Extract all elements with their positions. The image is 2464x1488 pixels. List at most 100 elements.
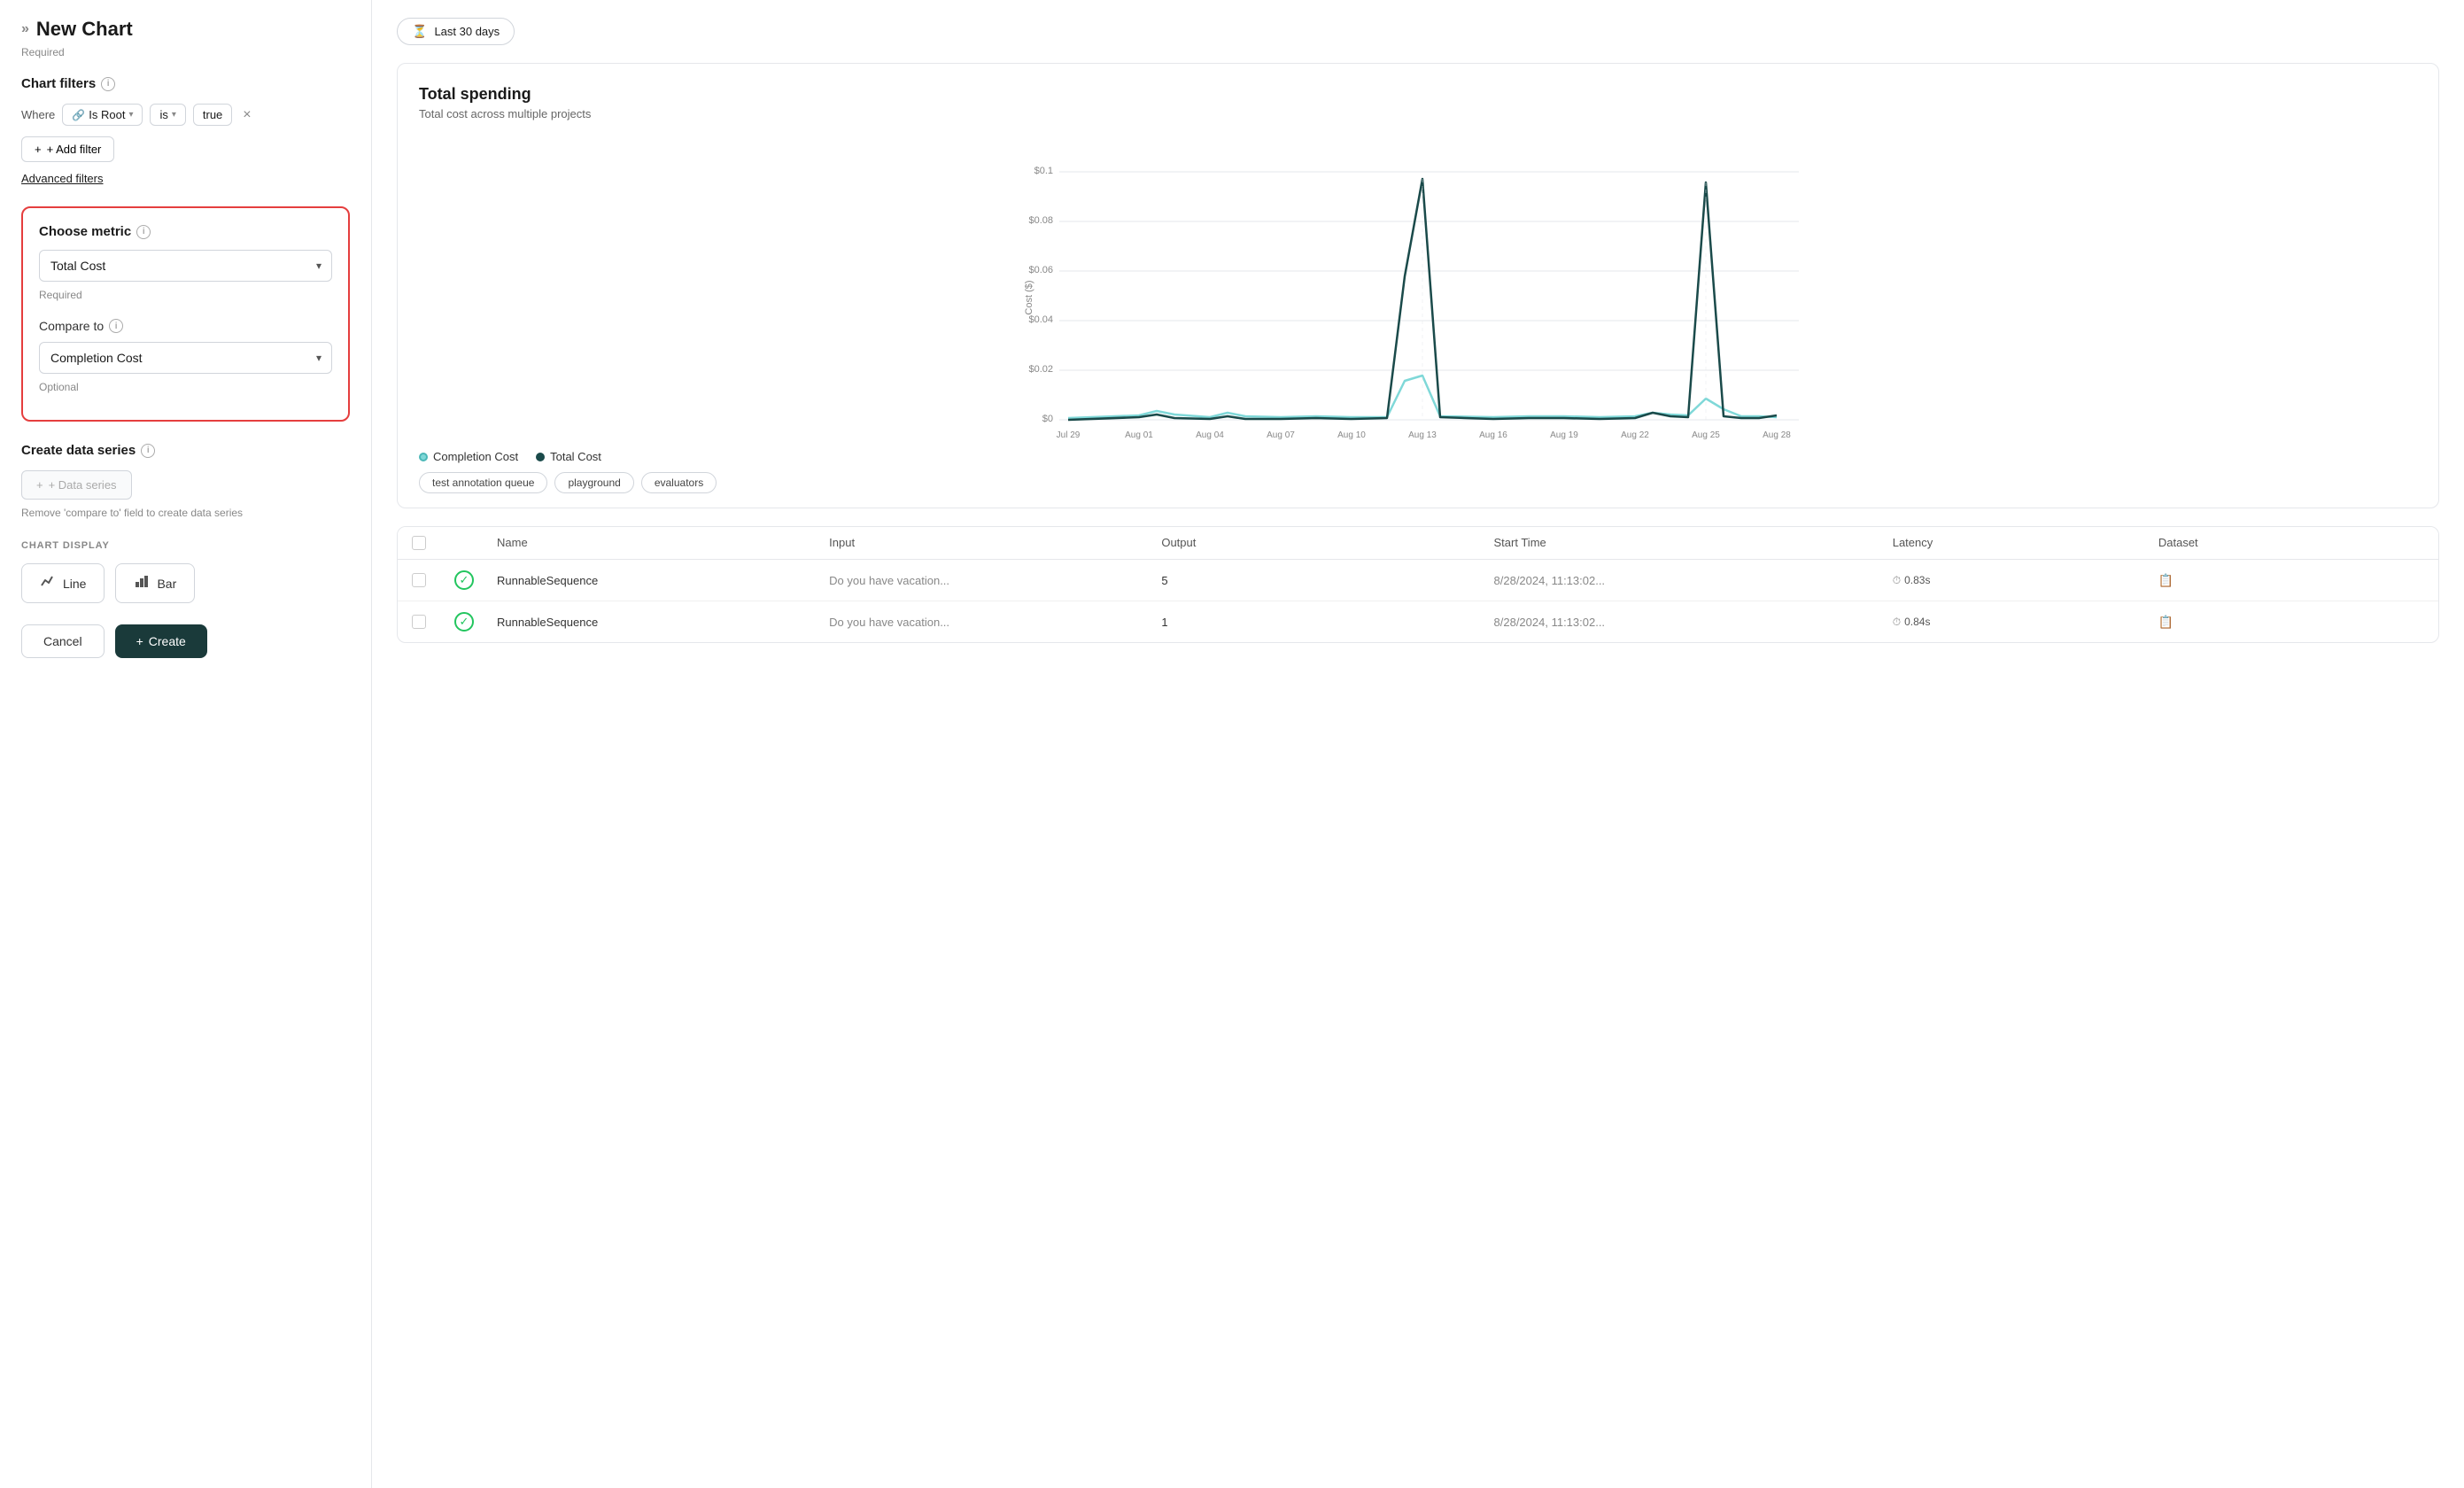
svg-text:$0.04: $0.04 [1028, 314, 1053, 325]
row2-output: 1 [1161, 616, 1493, 629]
add-filter-label: + Add filter [47, 143, 102, 156]
row2-latency-value: 0.84s [1904, 616, 1930, 628]
create-label: Create [149, 634, 186, 648]
clock-icon-2: ⏱ [1893, 616, 1901, 629]
filter-field-chevron: ▾ [128, 110, 133, 120]
col-start-time: Start Time [1494, 536, 1893, 550]
row1-status: ✓ [454, 570, 497, 590]
svg-text:Aug 25: Aug 25 [1692, 430, 1720, 439]
row1-start-time: 8/28/2024, 11:13:02... [1494, 574, 1893, 587]
top-required-label: Required [21, 46, 350, 58]
metric-select-wrapper: Total Cost Completion Cost Prompt Cost R… [39, 250, 332, 282]
compare-info-icon[interactable]: i [109, 319, 123, 333]
filter-row: Where 🔗 Is Root ▾ is ▾ true × [21, 104, 350, 126]
chart-filters-header: Chart filters i [21, 76, 350, 91]
col-name: Name [497, 536, 829, 550]
remove-compare-hint: Remove 'compare to' field to create data… [21, 507, 350, 519]
col-checkbox [412, 536, 454, 550]
svg-text:$0.02: $0.02 [1028, 364, 1053, 375]
row2-start-time: 8/28/2024, 11:13:02... [1494, 616, 1893, 629]
chart-type-line-label: Line [63, 577, 86, 591]
svg-text:$0.08: $0.08 [1028, 215, 1053, 226]
svg-text:Aug 01: Aug 01 [1125, 430, 1153, 439]
header-checkbox[interactable] [412, 536, 426, 550]
filter-field-chip[interactable]: 🔗 Is Root ▾ [62, 104, 143, 126]
svg-text:Aug 16: Aug 16 [1479, 430, 1507, 439]
add-data-series-button: + + Data series [21, 470, 132, 500]
compare-optional-label: Optional [39, 381, 332, 393]
table-header: Name Input Output Start Time Latency Dat… [398, 527, 2438, 560]
tag-pills: test annotation queue playground evaluat… [419, 472, 2417, 493]
tag-test-annotation-queue[interactable]: test annotation queue [419, 472, 547, 493]
legend-total-label: Total Cost [550, 450, 601, 463]
metric-section: Choose metric i Total Cost Completion Co… [21, 206, 350, 422]
bottom-buttons: Cancel + Create [21, 624, 350, 658]
row2-checkbox[interactable] [412, 615, 454, 629]
choose-metric-header: Choose metric i [39, 224, 332, 239]
compare-select-wrapper: Completion Cost Prompt Cost Total Cost N… [39, 342, 332, 374]
svg-text:$0.1: $0.1 [1034, 166, 1053, 176]
dataset-icon: 📋 [2158, 573, 2173, 587]
row1-checkbox[interactable] [412, 573, 454, 587]
legend-completion: Completion Cost [419, 450, 518, 463]
compare-select[interactable]: Completion Cost Prompt Cost Total Cost N… [39, 342, 332, 374]
chart-type-row: Line Bar [21, 563, 350, 603]
row1-latency-value: 0.83s [1904, 574, 1930, 586]
data-series-info-icon[interactable]: i [141, 444, 155, 458]
advanced-filters-link[interactable]: Advanced filters [21, 172, 104, 185]
left-panel: » New Chart Required Chart filters i Whe… [0, 0, 372, 1488]
svg-text:Jul 29: Jul 29 [1057, 430, 1081, 439]
add-filter-icon: + [35, 143, 42, 156]
row1-latency: ⏱ 0.83s [1893, 574, 2158, 587]
data-series-header: Create data series i [21, 443, 350, 458]
line-chart-icon [40, 573, 56, 593]
svg-text:Aug 13: Aug 13 [1408, 430, 1437, 439]
chart-area: $0 $0.02 $0.04 $0.06 $0.08 $0.1 Cost ($) [419, 138, 2417, 439]
col-dataset: Dataset [2158, 536, 2424, 550]
tag-playground[interactable]: playground [554, 472, 633, 493]
add-filter-button[interactable]: + + Add filter [21, 136, 114, 162]
legend-total: Total Cost [536, 450, 601, 463]
filter-value-chip: true [193, 104, 232, 126]
chart-type-bar-button[interactable]: Bar [115, 563, 195, 603]
svg-text:Aug 28: Aug 28 [1763, 430, 1791, 439]
tag-evaluators[interactable]: evaluators [641, 472, 717, 493]
chart-type-line-button[interactable]: Line [21, 563, 105, 603]
chart-type-bar-label: Bar [157, 577, 176, 591]
row2-latency: ⏱ 0.84s [1893, 616, 2158, 629]
data-table: Name Input Output Start Time Latency Dat… [397, 526, 2439, 643]
compare-to-label: Compare to i [39, 319, 332, 333]
chart-display-title: CHART DISPLAY [21, 540, 350, 551]
chart-filters-info-icon[interactable]: i [101, 77, 115, 91]
date-filter-pill[interactable]: ⏳ Last 30 days [397, 18, 515, 45]
where-label: Where [21, 108, 55, 121]
metric-info-icon[interactable]: i [136, 225, 151, 239]
breadcrumb-chevron: » [21, 21, 29, 37]
hourglass-icon: ⏳ [412, 24, 427, 39]
col-status [454, 536, 497, 550]
dataset-icon-2: 📋 [2158, 615, 2173, 629]
svg-text:Aug 22: Aug 22 [1621, 430, 1649, 439]
row2-status-icon: ✓ [454, 612, 474, 632]
row1-input: Do you have vacation... [829, 574, 1161, 587]
remove-filter-button[interactable]: × [239, 107, 254, 123]
create-plus-icon: + [136, 634, 143, 648]
col-output: Output [1161, 536, 1493, 550]
create-button[interactable]: + Create [115, 624, 207, 658]
right-panel: ⏳ Last 30 days Total spending Total cost… [372, 0, 2464, 1488]
bar-chart-icon [134, 573, 150, 593]
chart-subtitle: Total cost across multiple projects [419, 107, 2417, 120]
cancel-button[interactable]: Cancel [21, 624, 105, 658]
row1-output: 5 [1161, 574, 1493, 587]
svg-text:Aug 04: Aug 04 [1196, 430, 1224, 439]
chart-title: Total spending [419, 85, 2417, 104]
col-input: Input [829, 536, 1161, 550]
table-row: ✓ RunnableSequence Do you have vacation.… [398, 601, 2438, 642]
data-series-plus-icon: + [36, 478, 43, 492]
legend-completion-label: Completion Cost [433, 450, 518, 463]
filter-operator-chip[interactable]: is ▾ [150, 104, 185, 126]
metric-select[interactable]: Total Cost Completion Cost Prompt Cost R… [39, 250, 332, 282]
chart-container: Total spending Total cost across multipl… [397, 63, 2439, 508]
legend-dot-completion [419, 453, 428, 461]
page-title: New Chart [36, 18, 133, 41]
